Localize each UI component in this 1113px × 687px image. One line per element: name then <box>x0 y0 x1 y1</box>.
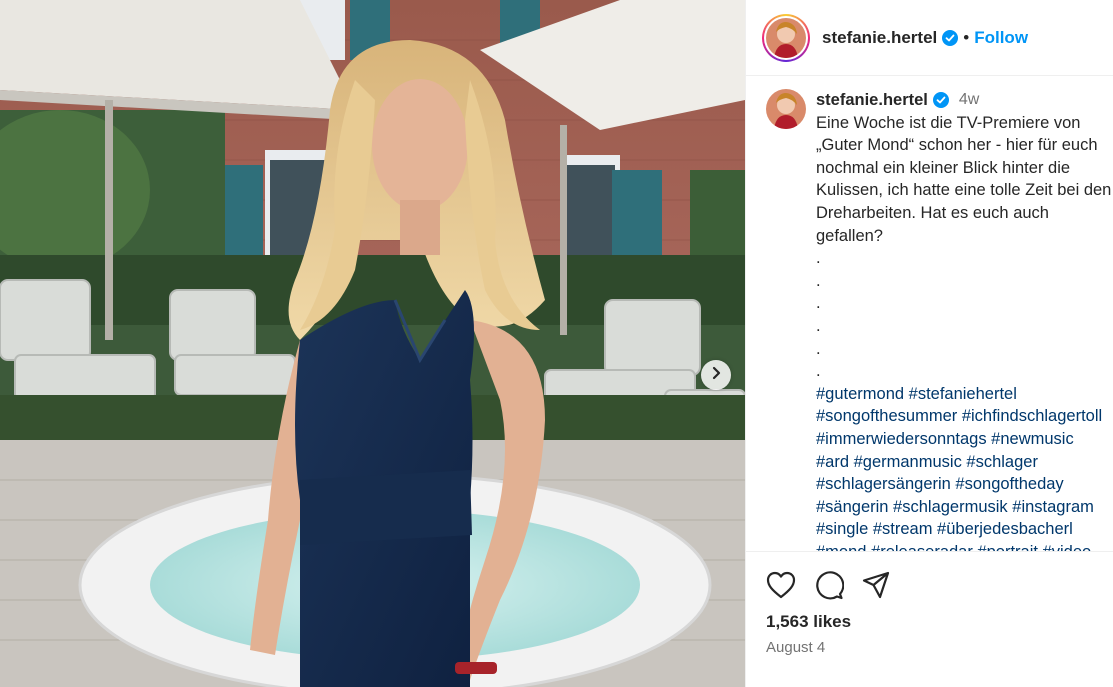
post-photo <box>0 0 745 687</box>
caption-line: Kulissen, ich hatte eine tolle Zeit bei … <box>816 181 1112 200</box>
next-photo-button[interactable] <box>701 360 731 390</box>
verified-badge-icon <box>932 92 949 109</box>
caption-avatar[interactable] <box>766 89 806 129</box>
hashtag-line[interactable]: #sängerin #schlagermusik #instagram <box>816 496 1113 519</box>
hashtag-line[interactable]: #mond #releaseradar #portrait #video <box>816 541 1113 551</box>
caption-line: . <box>816 339 821 358</box>
caption-line: . <box>816 362 821 381</box>
share-icon[interactable] <box>862 571 890 599</box>
caption-body: stefanie.hertel 4w Eine Woche ist die TV… <box>816 89 1113 551</box>
caption-line: Eine Woche ist die TV-Premiere von <box>816 113 1081 132</box>
hashtags: #gutermond #stefaniehertel #songofthesum… <box>816 383 1113 551</box>
caption-text: Eine Woche ist die TV-Premiere von „Gute… <box>816 112 1113 383</box>
hashtag-line[interactable]: #gutermond #stefaniehertel <box>816 383 1113 406</box>
post-side-panel: stefanie.hertel • Follow stefanie.hertel <box>745 0 1113 687</box>
comment-icon[interactable] <box>814 570 844 600</box>
hashtag-line[interactable]: #single #stream #überjedesbacherl <box>816 518 1113 541</box>
avatar <box>766 17 806 58</box>
likes-count[interactable]: 1,563 likes <box>766 612 1113 632</box>
hashtag-line[interactable]: #songofthesummer #ichfindschlagertoll <box>816 405 1113 428</box>
header-username[interactable]: stefanie.hertel <box>822 28 937 48</box>
caption-line: gefallen? <box>816 226 883 245</box>
post-actions: 1,563 likes August 4 <box>746 551 1113 687</box>
caption-line: . <box>816 249 821 268</box>
caption-area[interactable]: stefanie.hertel 4w Eine Woche ist die TV… <box>746 77 1113 551</box>
caption-line: . <box>816 316 821 335</box>
hashtag-line[interactable]: #schlagersängerin #songoftheday <box>816 473 1113 496</box>
caption-line: . <box>816 294 821 313</box>
post-time[interactable]: 4w <box>959 89 979 112</box>
story-avatar[interactable] <box>762 13 810 62</box>
post-image <box>0 0 745 687</box>
post-header: stefanie.hertel • Follow <box>746 0 1113 76</box>
caption-line: nochmal ein kleiner Blick hinter die <box>816 158 1071 177</box>
hashtag-line[interactable]: #ard #germanmusic #schlager <box>816 451 1113 474</box>
heart-icon[interactable] <box>766 571 796 599</box>
post-date: August 4 <box>766 639 826 656</box>
caption-line: Dreharbeiten. Hat es euch auch <box>816 203 1049 222</box>
verified-badge-icon <box>942 29 959 46</box>
follow-button[interactable]: Follow <box>974 28 1028 48</box>
separator-dot: • <box>963 27 970 47</box>
chevron-right-icon <box>709 366 723 385</box>
caption-line: „Guter Mond“ schon her - hier für euch <box>816 136 1098 155</box>
hashtag-line[interactable]: #immerwiedersonntags #newmusic <box>816 428 1113 451</box>
caption-username[interactable]: stefanie.hertel <box>816 89 928 112</box>
caption-line: . <box>816 271 821 290</box>
